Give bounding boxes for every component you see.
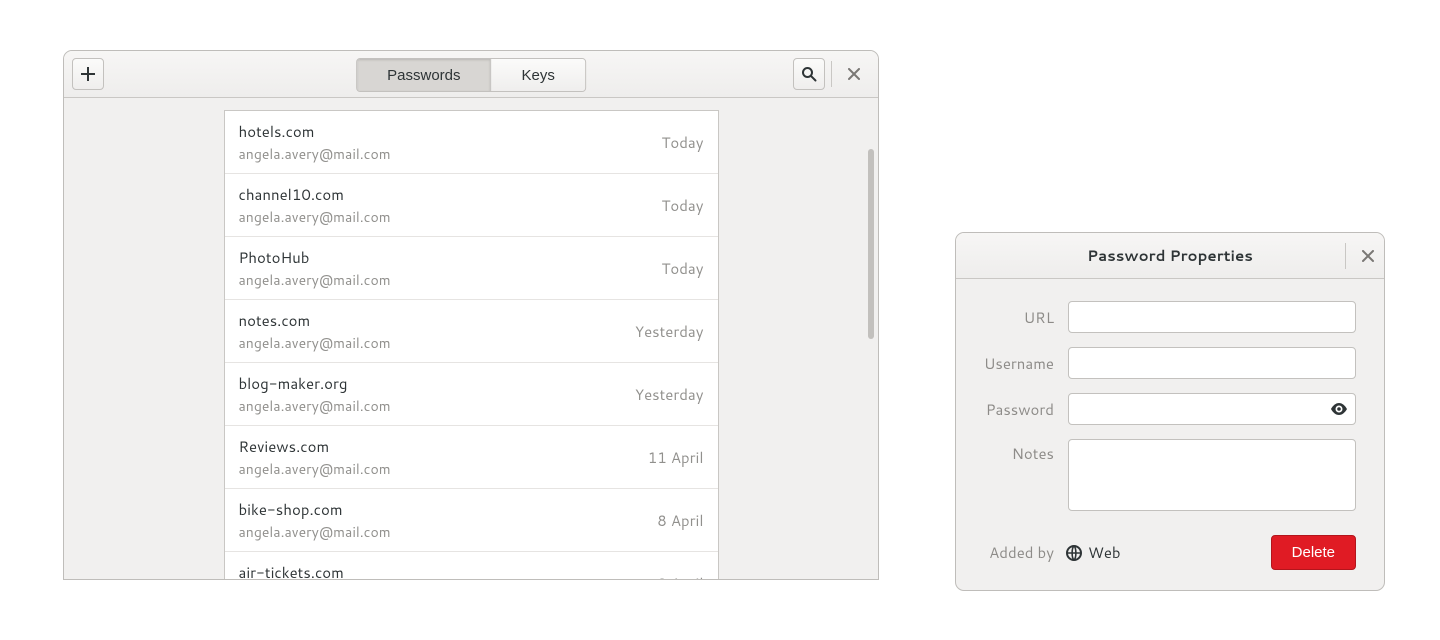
scrollbar[interactable] <box>868 149 874 339</box>
list-item-date: 11 April <box>648 447 704 468</box>
list-item-date: Today <box>661 195 703 216</box>
list-item[interactable]: PhotoHubangela.avery@mail.com Today <box>225 237 718 300</box>
list-item-main: hotels.comangela.avery@mail.com <box>239 121 391 164</box>
list-item-title: Reviews.com <box>239 436 391 457</box>
list-item-main: channel10.comangela.avery@mail.com <box>239 184 391 227</box>
added-by-app-name: Web <box>1088 542 1121 563</box>
reveal-password-button[interactable] <box>1330 403 1348 415</box>
list-item[interactable]: bike-shop.comangela.avery@mail.com 8 Apri… <box>225 489 718 552</box>
list-item-main: blog-maker.organgela.avery@mail.com <box>239 373 391 416</box>
list-item-title: notes.com <box>239 310 391 331</box>
dialog-header: Password Properties <box>956 233 1384 279</box>
list-item-subtitle: angela.avery@mail.com <box>239 270 391 290</box>
view-switcher: Passwords Keys <box>356 58 586 92</box>
list-item[interactable]: channel10.comangela.avery@mail.com Today <box>225 174 718 237</box>
list-item-title: blog-maker.org <box>239 373 391 394</box>
list-item-title: air-tickets.com <box>239 562 391 580</box>
list-item-subtitle: angela.avery@mail.com <box>239 459 391 479</box>
list-item-subtitle: angela.avery@mail.com <box>239 522 391 542</box>
plus-icon <box>81 67 95 81</box>
dialog-title: Password Properties <box>1087 245 1253 266</box>
list-item[interactable]: Reviews.comangela.avery@mail.com 11 April <box>225 426 718 489</box>
list-item-main: air-tickets.comangela.avery@mail.com <box>239 562 391 580</box>
url-label: URL <box>976 307 1054 328</box>
headerbar: Passwords Keys <box>64 51 878 98</box>
list-item-date: 8 April <box>657 510 703 531</box>
headerbar-right <box>793 58 870 90</box>
web-icon <box>1066 545 1082 561</box>
properties-form: URL Username Password Notes Added by Web… <box>956 279 1384 590</box>
close-icon <box>1362 250 1374 262</box>
close-button[interactable] <box>838 58 870 90</box>
list-item-title: channel10.com <box>239 184 391 205</box>
added-by-label: Added by <box>976 542 1054 563</box>
list-item-title: PhotoHub <box>239 247 391 268</box>
password-list: hotels.comangela.avery@mail.comTodaychan… <box>224 110 719 580</box>
list-item-date: 8 April <box>657 573 703 580</box>
notes-field[interactable] <box>1068 439 1356 511</box>
list-item-subtitle: angela.avery@mail.com <box>239 207 391 227</box>
list-item-date: Yesterday <box>635 321 704 342</box>
list-item-date: Yesterday <box>635 384 704 405</box>
delete-button[interactable]: Delete <box>1271 535 1356 570</box>
username-field[interactable] <box>1068 347 1356 379</box>
add-button[interactable] <box>72 58 104 90</box>
added-by-app: Web <box>1066 542 1121 563</box>
dialog-close-button[interactable] <box>1352 240 1384 272</box>
username-label: Username <box>976 353 1054 374</box>
list-item-date: Today <box>661 258 703 279</box>
list-item-subtitle: angela.avery@mail.com <box>239 144 391 164</box>
url-field[interactable] <box>1068 301 1356 333</box>
notes-label: Notes <box>976 439 1054 464</box>
list-item-subtitle: angela.avery@mail.com <box>239 396 391 416</box>
list-item-title: hotels.com <box>239 121 391 142</box>
close-icon <box>848 68 860 80</box>
list-item-main: Reviews.comangela.avery@mail.com <box>239 436 391 479</box>
list-item-subtitle: angela.avery@mail.com <box>239 333 391 353</box>
list-item-main: notes.comangela.avery@mail.com <box>239 310 391 353</box>
tab-passwords[interactable]: Passwords <box>357 59 490 91</box>
password-properties-dialog: Password Properties URL Username Passwor… <box>955 232 1385 591</box>
password-label: Password <box>976 399 1054 420</box>
list-item-main: bike-shop.comangela.avery@mail.com <box>239 499 391 542</box>
list-item[interactable]: air-tickets.comangela.avery@mail.com 8 Ap… <box>225 552 718 580</box>
password-field-wrapper <box>1068 393 1356 425</box>
divider <box>1345 243 1346 269</box>
search-icon <box>801 66 817 82</box>
tab-keys[interactable]: Keys <box>491 59 585 91</box>
content-area: hotels.comangela.avery@mail.comTodaychan… <box>64 98 878 579</box>
list-item[interactable]: hotels.comangela.avery@mail.com Today <box>225 111 718 174</box>
list-item[interactable]: notes.comangela.avery@mail.com Yesterday <box>225 300 718 363</box>
list-item-date: Today <box>661 132 703 153</box>
list-item[interactable]: blog-maker.organgela.avery@mail.com Yeste… <box>225 363 718 426</box>
search-button[interactable] <box>793 58 825 90</box>
keyring-window: Passwords Keys hotels.comangela.avery@ma… <box>63 50 879 580</box>
password-field[interactable] <box>1068 393 1356 425</box>
list-item-title: bike-shop.com <box>239 499 391 520</box>
list-item-main: PhotoHubangela.avery@mail.com <box>239 247 391 290</box>
divider <box>831 61 832 87</box>
eye-icon <box>1330 403 1348 415</box>
